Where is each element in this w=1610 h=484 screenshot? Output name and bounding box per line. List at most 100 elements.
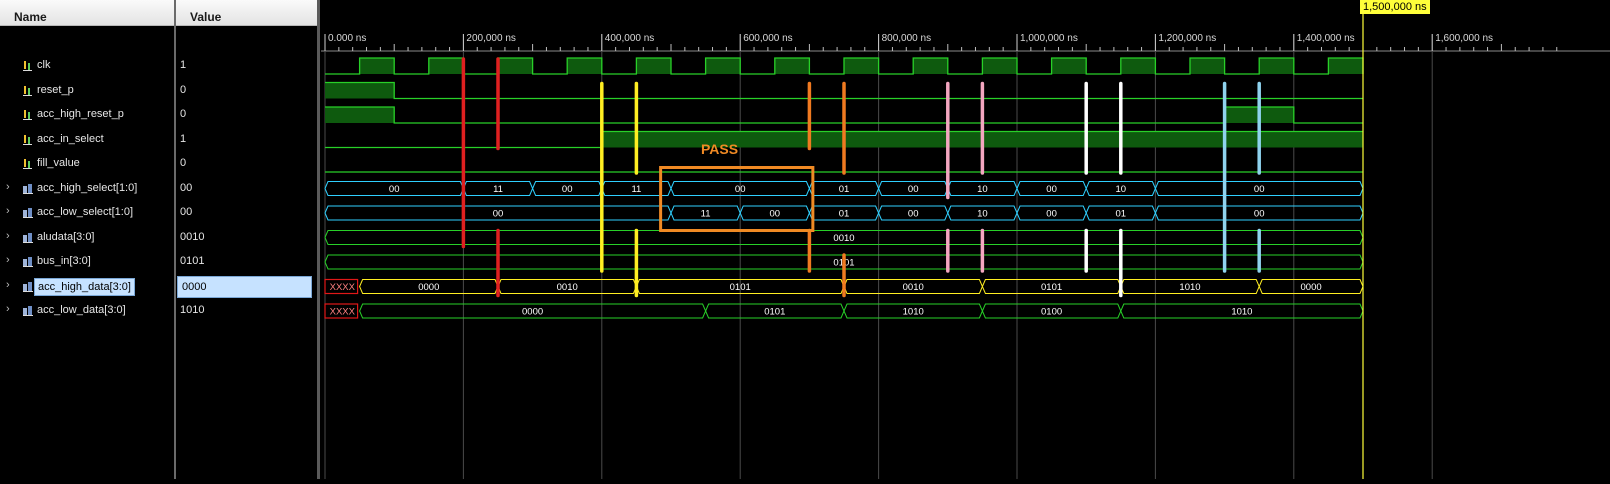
signal-value-text: 00 — [180, 206, 193, 218]
signal-name-label: acc_in_select — [37, 132, 104, 145]
bus-value-label: 0101 — [1041, 282, 1062, 293]
signal-name-label: acc_high_data[3:0] — [34, 277, 135, 296]
signal-value-cell[interactable]: 0000 — [177, 275, 312, 298]
pass-annotation-label: PASS — [701, 141, 739, 157]
signal-value-text: 00 — [180, 181, 193, 194]
cursor-time-label[interactable]: 1,500,000 ns — [1360, 0, 1430, 14]
panel-divider[interactable] — [317, 0, 320, 479]
expand-chevron-icon[interactable]: › — [6, 254, 16, 268]
signal-name-label: fill_value — [37, 157, 80, 169]
bus-value-label: XXXX — [330, 307, 356, 318]
signal-value-panel: Value 1 0 0 1 0 00 00 0010 0101 0000 1010 — [176, 0, 319, 479]
signal-row[interactable]: › acc_low_select[1:0] — [0, 202, 174, 224]
bus-value-label: 01 — [839, 209, 850, 220]
signal-value-cell[interactable]: 1 — [176, 129, 311, 151]
pass-annotation-box — [659, 166, 815, 232]
bus-value-label: 00 — [1046, 184, 1057, 195]
signal-row[interactable]: › acc_high_data[3:0] — [0, 276, 174, 298]
expand-chevron-icon[interactable]: › — [6, 303, 16, 317]
bus-value-label: 0010 — [833, 233, 854, 244]
signal-value-cell[interactable]: 0 — [176, 104, 311, 126]
signal-row[interactable]: › aludata[3:0] — [0, 227, 174, 249]
signal-row[interactable]: › acc_high_select[1:0] — [0, 178, 174, 200]
signal-row[interactable]: acc_in_select — [0, 129, 174, 151]
tick-label: 1,000,000 ns — [1020, 33, 1078, 44]
signal-row[interactable]: acc_high_reset_p — [0, 104, 174, 126]
signal-row[interactable]: fill_value — [0, 153, 174, 175]
bit-high-fill — [1259, 58, 1294, 74]
name-column-header[interactable]: Name — [0, 0, 174, 26]
bus-value-label: 0000 — [522, 307, 543, 318]
signal-value-text: 0010 — [180, 230, 205, 243]
bus-value-label: 10 — [977, 184, 988, 195]
signal-value-cell[interactable]: 0010 — [176, 227, 311, 249]
tick-label: 0.000 ns — [328, 33, 366, 44]
bit-high-fill — [774, 58, 810, 74]
bus-value-label: 1010 — [1179, 282, 1200, 293]
signal-value-cell[interactable]: 0101 — [176, 251, 311, 273]
expand-chevron-icon[interactable]: › — [6, 279, 16, 293]
bit-high-fill — [1190, 58, 1225, 74]
bus-value-label: 01 — [839, 184, 850, 195]
signal-value-text: 0 — [180, 83, 187, 96]
bit-high-fill — [1328, 58, 1363, 74]
bus-signal-icon — [22, 281, 33, 293]
expand-chevron-icon[interactable]: › — [6, 205, 16, 219]
bit-signal-icon — [22, 85, 33, 97]
value-column-header[interactable]: Value — [176, 0, 319, 26]
bus-value-label: 0000 — [418, 282, 439, 293]
bit-high-fill — [325, 107, 395, 123]
signal-name-label: clk — [37, 59, 51, 71]
bus-signal-icon — [22, 256, 33, 268]
bus-value-label: 11 — [493, 184, 503, 195]
expand-chevron-icon[interactable]: › — [6, 230, 16, 244]
signal-name-label: acc_low_select[1:0] — [37, 206, 133, 218]
signal-name-label: acc_high_reset_p — [37, 108, 124, 120]
signal-row[interactable]: clk — [0, 55, 174, 77]
bus-value-label: 0010 — [903, 282, 924, 293]
waveform-area[interactable]: 0.000 ns 200,000 ns 400,000 ns 600,000 ns 80… — [321, 0, 1610, 479]
bus-value-label: XXXX — [330, 282, 356, 293]
bus-value-label: 00 — [562, 184, 573, 195]
expand-chevron-icon[interactable]: › — [6, 181, 16, 195]
signal-row[interactable]: › bus_in[3:0] — [0, 251, 174, 273]
bit-high-fill — [359, 58, 395, 74]
signal-name-panel: Name clk reset_p acc_high_reset_p acc_in_se… — [0, 0, 174, 479]
signal-value-cell[interactable]: 0 — [176, 153, 311, 175]
bus-signal-icon — [22, 207, 33, 219]
bus-value-label: 00 — [1046, 209, 1057, 220]
signal-value-cell[interactable]: 1 — [176, 55, 311, 77]
bit-high-fill — [844, 58, 879, 74]
signal-value-text: 0000 — [182, 280, 207, 293]
signal-value-text: 0 — [180, 108, 187, 120]
signal-row[interactable]: › acc_low_data[3:0] — [0, 300, 174, 322]
bit-signal-icon — [22, 158, 33, 170]
bit-signal-icon — [22, 60, 33, 72]
signal-value-cell[interactable]: 0 — [176, 80, 311, 102]
tick-label: 1,400,000 ns — [1297, 33, 1355, 44]
tick-label: 800,000 ns — [882, 33, 932, 44]
bit-signal-icon — [22, 134, 33, 146]
bus-value-label: 11 — [701, 209, 711, 220]
signal-value-text: 1 — [180, 132, 187, 145]
bit-signal-icon — [22, 109, 33, 121]
bus-value-label: 00 — [493, 209, 504, 220]
signal-value-text: 1 — [180, 59, 187, 71]
signal-name-label: acc_high_select[1:0] — [37, 181, 138, 194]
bus-value-label: 00 — [770, 209, 781, 220]
tick-label: 400,000 ns — [605, 33, 655, 44]
signal-value-cell[interactable]: 00 — [176, 202, 311, 224]
bus-value-label: 0010 — [557, 282, 578, 293]
bit-high-fill — [428, 58, 464, 74]
bit-high-fill — [1051, 58, 1087, 74]
bus-value-label: 10 — [1116, 184, 1127, 195]
tick-label: 200,000 ns — [466, 33, 516, 44]
bus-value-label: 0000 — [1301, 282, 1322, 293]
signal-row[interactable]: reset_p — [0, 80, 174, 102]
waveform-canvas[interactable]: 0.000 ns 200,000 ns 400,000 ns 600,000 ns 80… — [321, 0, 1610, 479]
signal-value-cell[interactable]: 00 — [176, 178, 311, 200]
bit-high-fill — [498, 58, 533, 74]
signal-value-cell[interactable]: 1010 — [176, 300, 311, 322]
bus-value-label: 00 — [1254, 184, 1265, 195]
bus-value-label: 1010 — [903, 307, 924, 318]
